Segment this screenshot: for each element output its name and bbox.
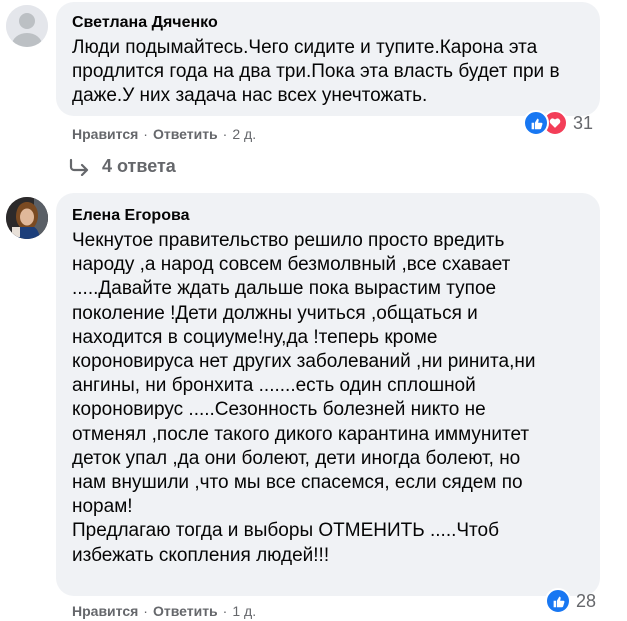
comment-text-line: находится в социуме!ну,да !теперь кроме <box>72 326 438 348</box>
comment-text: Люди подымайтесь.Чего сидите и тупите.Ка… <box>72 36 592 109</box>
like-button[interactable]: Нравится <box>72 603 138 619</box>
like-button[interactable]: Нравится <box>72 126 138 142</box>
comment-author[interactable]: Светлана Дяченко <box>72 14 218 32</box>
comment-text: Чекнутое правительство решило просто вре… <box>72 229 592 568</box>
comment-text-line: народу ,а народ совсем безмолвный ,все с… <box>72 254 511 276</box>
reaction-count: 28 <box>576 590 597 611</box>
comment-text-line: .....Давайте ждать дальше пока вырастим … <box>72 278 497 300</box>
comment-text-line: нам внушили ,что мы все спасемся, если с… <box>72 472 523 494</box>
avatar-default[interactable] <box>6 5 48 47</box>
comment-timestamp[interactable]: 2 д. <box>232 126 256 142</box>
reaction-summary[interactable]: 28 <box>545 588 596 614</box>
comment-text-line: деток упал ,да они болеют, дети иногда б… <box>72 447 521 469</box>
comment-text-line: Предлагаю тогда и выборы ОТМЕНИТЬ .....Ч… <box>72 520 499 542</box>
avatar[interactable] <box>6 197 48 239</box>
user-silhouette-icon <box>6 5 48 47</box>
comment-text-line: избежать скопления людей!!! <box>72 544 330 566</box>
comment-text-line: даже.У них задача нас всех унечтожать. <box>72 85 428 107</box>
reply-button[interactable]: Ответить <box>153 126 218 142</box>
comment-text-line: короновируса нет других заболеваний ,ни … <box>72 351 536 373</box>
replies-count-label: 4 ответа <box>102 156 176 176</box>
separator-dot: · <box>222 126 228 142</box>
comment-bubble: Светлана Дяченко Люди подымайтесь.Чего с… <box>56 2 600 116</box>
reaction-count: 31 <box>573 112 594 133</box>
comment-text-line: короновирус .....Сезонность болезней ник… <box>72 399 486 421</box>
reply-arrow-icon <box>69 158 89 176</box>
comment-text-line: Чекнутое правительство решило просто вре… <box>72 230 505 251</box>
separator-dot: · <box>143 126 148 142</box>
like-icon <box>523 110 549 136</box>
comment-text-line: отменял ,после такого дикого карантина и… <box>72 423 530 445</box>
comment-text-line: поколение !Дети должны учиться ,общаться… <box>72 302 478 324</box>
like-icon <box>545 588 571 614</box>
comment-2: Елена Егорова Чекнутое правительство реш… <box>0 190 627 621</box>
comment-timestamp[interactable]: 1 д. <box>232 603 256 619</box>
comment-text-line: ангины, ни бронхита .......есть один спл… <box>72 375 476 397</box>
comment-text-line: норам! <box>72 496 133 518</box>
comment-author[interactable]: Елена Егорова <box>72 207 190 225</box>
comment-text-line: продлится года на два три.Пока эта власт… <box>72 61 560 83</box>
separator-dot: · <box>143 603 148 619</box>
user-photo-icon <box>6 197 48 239</box>
separator-dot: · <box>222 603 228 619</box>
reaction-summary[interactable]: 31 <box>523 110 593 136</box>
reply-button[interactable]: Ответить <box>153 603 218 619</box>
view-replies-link[interactable]: 4 ответа <box>68 156 176 177</box>
comment-1: Светлана Дяченко Люди подымайтесь.Чего с… <box>0 0 627 190</box>
comment-actions: Нравится · Ответить · 1 д. <box>72 603 256 619</box>
comment-bubble: Елена Егорова Чекнутое правительство реш… <box>56 193 600 596</box>
comment-text-line: Люди подымайтесь.Чего сидите и тупите.Ка… <box>72 37 538 58</box>
comment-actions: Нравится · Ответить · 2 д. <box>72 126 256 142</box>
